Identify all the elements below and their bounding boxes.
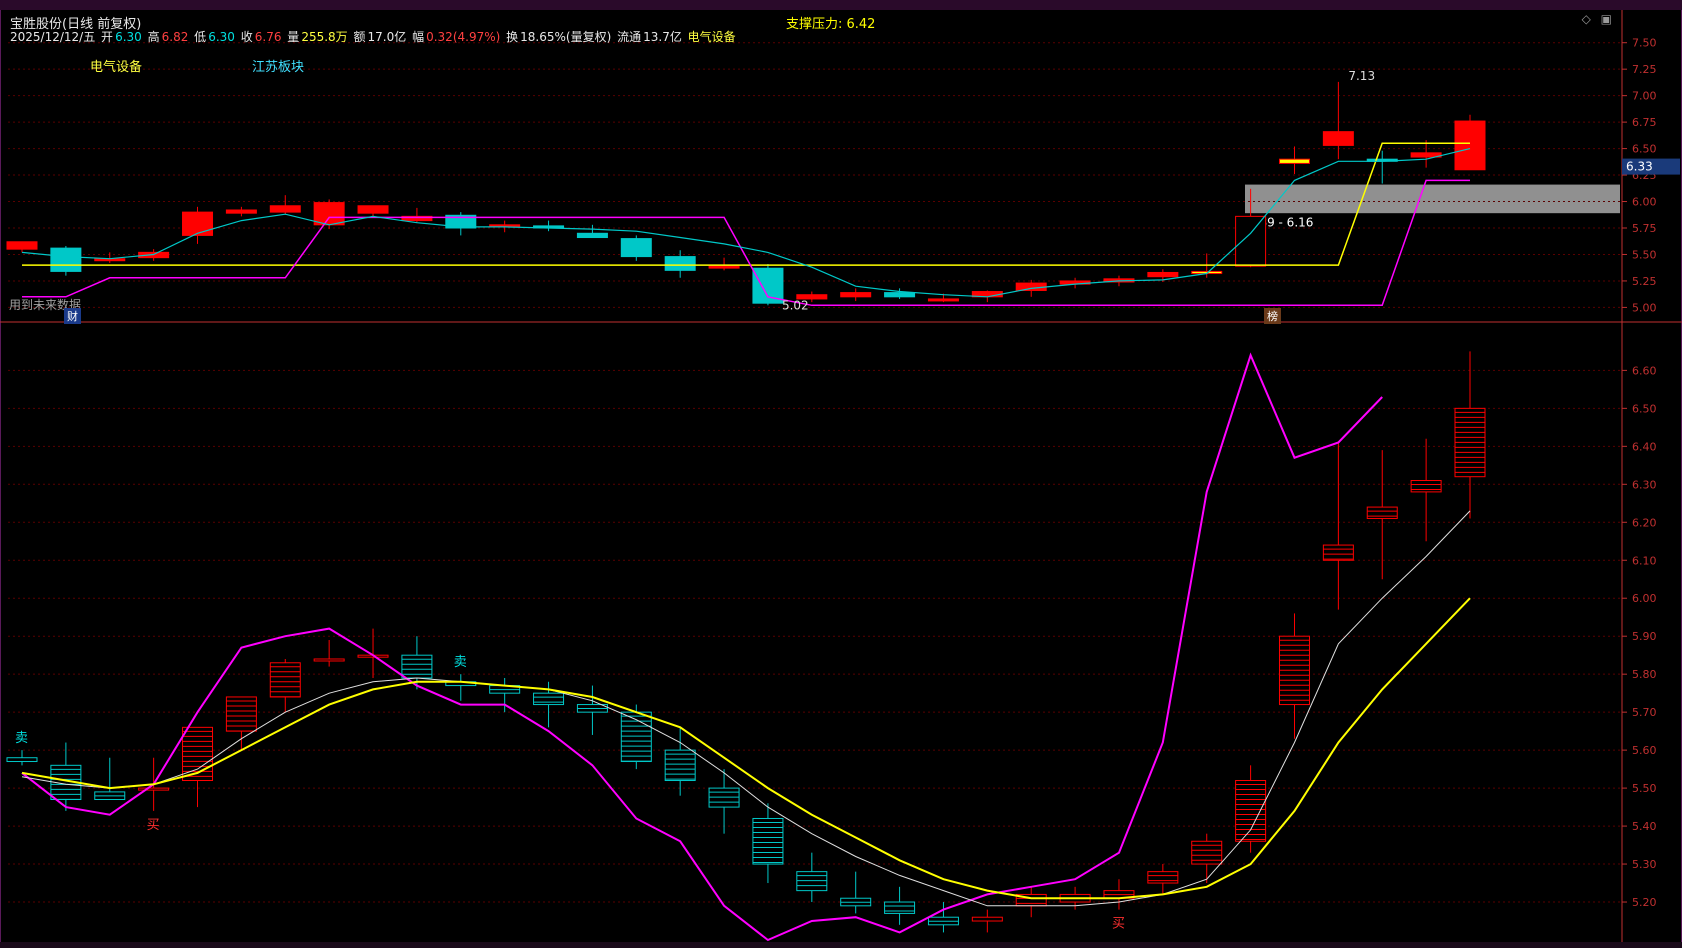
lower-tick-label: 5.90 (1632, 630, 1657, 643)
main-candle-body (1015, 282, 1047, 291)
main-tick-label: 7.25 (1632, 63, 1657, 76)
low-annotation: 5.02 (782, 298, 809, 312)
sector-electrical[interactable]: 电气设备 (90, 56, 142, 75)
turnover-value: 18.65%(量复权) (520, 30, 612, 44)
main-candle-body (1147, 271, 1179, 278)
lower-tick-label: 6.60 (1632, 364, 1657, 377)
window-icon[interactable]: ▣ (1601, 12, 1612, 26)
corner-icons: ◇ ▣ (1582, 12, 1612, 26)
main-candle-body (1235, 215, 1267, 267)
lower-tick-label: 6.20 (1632, 516, 1657, 529)
main-candle-body (1278, 158, 1310, 164)
amount-value: 17.0亿 (367, 30, 407, 44)
lower-candle-body (138, 787, 170, 791)
open-value: 6.30 (115, 30, 142, 44)
main-candle-body (664, 256, 696, 271)
info-line-2: 2025/12/12/五 开 6.30 高 6.82 低 6.30 收 6.76 量 25… (10, 30, 736, 44)
lower-candle-body (664, 749, 696, 782)
support-pressure-label: 支撑压力: 6.42 (786, 17, 876, 32)
lower-candle-body (533, 692, 565, 706)
high-annotation: 7.13 (1348, 69, 1375, 83)
main-tick-label: 5.00 (1632, 301, 1657, 314)
badge-bang[interactable]: 榜 (1264, 308, 1281, 324)
buy-signal: 买 (147, 818, 160, 833)
main-candle-body (1322, 131, 1354, 146)
kline-chart-svg: 5.89 - 6.167.507.257.006.756.506.256.005… (0, 10, 1682, 944)
bar-date: 2025/12/12/五 (10, 30, 96, 44)
main-candle-body (840, 292, 872, 298)
main-tick-label: 6.50 (1632, 143, 1657, 156)
lower-ma-yellow-line (21, 597, 1471, 900)
main-candle-body (1454, 120, 1486, 171)
industry-link[interactable]: 电气设备 (688, 30, 736, 44)
change-value: 0.32(4.97%) (426, 30, 501, 44)
main-candle-body (269, 205, 301, 213)
lower-candle-body (1147, 871, 1179, 884)
lower-candle-body (884, 901, 916, 914)
lower-tick-label: 5.30 (1632, 858, 1657, 871)
close-value: 6.76 (254, 30, 282, 44)
sector-jiangsu[interactable]: 江苏板块 (252, 56, 304, 75)
main-candle-body (6, 241, 38, 250)
main-candle-body (50, 247, 82, 272)
bottom-strip (0, 942, 1682, 948)
diamond-icon[interactable]: ◇ (1582, 12, 1591, 26)
main-candle-body (620, 238, 652, 258)
lower-tick-label: 5.20 (1632, 896, 1657, 909)
float-value: 13.7亿 (643, 30, 682, 44)
main-tick-label: 5.50 (1632, 248, 1657, 261)
lower-tick-label: 6.40 (1632, 440, 1657, 453)
lower-candle-body (1322, 544, 1354, 561)
main-tick-label: 5.75 (1632, 222, 1657, 235)
lower-tick-label: 6.00 (1632, 592, 1657, 605)
current-price-label: 6.33 (1626, 160, 1653, 174)
main-tick-label: 7.50 (1632, 37, 1657, 50)
sell-signal: 卖 (454, 655, 467, 670)
badge-cai[interactable]: 财 (64, 308, 81, 324)
lower-tick-label: 6.10 (1632, 554, 1657, 567)
main-tick-label: 6.00 (1632, 196, 1657, 209)
main-candle-body (927, 298, 959, 302)
lower-tick-label: 6.30 (1632, 478, 1657, 491)
main-candle-body (225, 209, 257, 214)
main-candle-body (752, 267, 784, 304)
lower-tick-label: 5.70 (1632, 706, 1657, 719)
main-candle-body (182, 211, 214, 236)
lower-candle-body (971, 916, 1003, 922)
low-value: 6.30 (208, 30, 235, 44)
lower-tick-label: 5.50 (1632, 782, 1657, 795)
lower-tick-label: 6.50 (1632, 402, 1657, 415)
support-zone-band (1245, 184, 1620, 214)
lower-candle-body (1410, 480, 1442, 493)
buy-signal: 买 (1112, 917, 1125, 932)
lower-candle-body (6, 757, 38, 763)
sell-signal: 卖 (15, 731, 28, 746)
lower-candle-body (1366, 506, 1398, 519)
lower-candle-body (313, 658, 345, 662)
main-tick-label: 5.25 (1632, 275, 1657, 288)
main-candle-body (313, 202, 345, 226)
lower-tick-label: 5.60 (1632, 744, 1657, 757)
lower-tick-label: 5.40 (1632, 820, 1657, 833)
main-candle-body (708, 265, 740, 269)
lower-ma-magenta-line (21, 352, 1383, 942)
volume-value: 255.8万 (301, 30, 348, 44)
lower-tick-label: 5.80 (1632, 668, 1657, 681)
main-candle-body (357, 205, 389, 214)
high-value: 6.82 (161, 30, 189, 44)
main-candle-body (576, 232, 608, 239)
main-tick-label: 6.75 (1632, 116, 1657, 129)
main-tick-label: 7.00 (1632, 90, 1657, 103)
main-candle-body (884, 292, 916, 298)
